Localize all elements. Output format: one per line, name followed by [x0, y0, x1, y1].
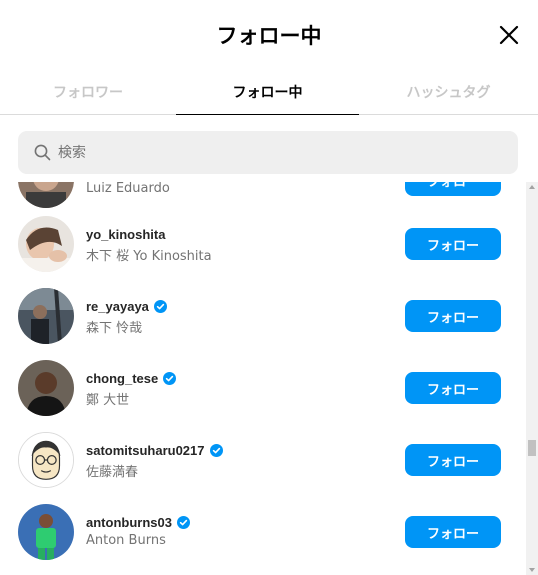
dialog-header: フォロー中 [0, 0, 538, 72]
close-icon[interactable] [498, 24, 520, 46]
avatar[interactable] [18, 182, 74, 208]
following-dialog: フォロー中 フォロワー フォロー中 ハッシュタグ 検索 Luiz Eduardo… [0, 0, 538, 575]
verified-badge-icon [209, 444, 223, 457]
full-name: 木下 桜 Yo Kinoshita [86, 249, 212, 264]
scroll-up-arrow-icon[interactable] [529, 185, 535, 189]
avatar[interactable] [18, 216, 74, 272]
verified-badge-icon [176, 516, 190, 529]
follow-button[interactable]: フォロー [405, 444, 501, 476]
tab-bar: フォロワー フォロー中 ハッシュタグ [0, 72, 538, 115]
full-name: 鄭 大世 [86, 393, 130, 408]
username[interactable]: antonburns03 [86, 515, 190, 530]
scroll-down-arrow-icon[interactable] [529, 568, 535, 572]
username[interactable]: re_yayaya [86, 299, 167, 314]
full-name: 佐藤満春 [86, 465, 139, 480]
list-item[interactable]: yo_kinoshita 木下 桜 Yo Kinoshita フォロー [0, 208, 526, 280]
follow-button[interactable]: フォロー [405, 228, 501, 260]
list-item[interactable]: antonburns03 Anton Burns フォロー [0, 496, 526, 568]
avatar[interactable] [18, 288, 74, 344]
tab-following[interactable]: フォロー中 [176, 72, 359, 115]
list-item[interactable]: chong_tese 鄭 大世 フォロー [0, 352, 526, 424]
follow-button[interactable]: フォロー [405, 516, 501, 548]
username[interactable]: yo_kinoshita [86, 227, 165, 242]
full-name: Luiz Eduardo [86, 182, 170, 196]
search-icon [34, 144, 51, 161]
verified-badge-icon [163, 372, 177, 385]
list-item[interactable]: re_yayaya 森下 怜哉 フォロー [0, 280, 526, 352]
follow-button[interactable]: フォロー [405, 372, 501, 404]
avatar[interactable] [18, 504, 74, 560]
verified-badge-icon [153, 300, 167, 313]
follow-button[interactable]: フォロー [405, 182, 501, 196]
scrollbar[interactable] [526, 182, 538, 575]
full-name: Anton Burns [86, 533, 166, 548]
username[interactable]: satomitsuharu0217 [86, 443, 223, 458]
scrollbar-thumb[interactable] [528, 440, 536, 456]
search-input[interactable] [58, 131, 498, 174]
username[interactable]: chong_tese [86, 371, 177, 386]
follow-button[interactable]: フォロー [405, 300, 501, 332]
list-item[interactable]: satomitsuharu0217 佐藤満春 フォロー [0, 424, 526, 496]
tab-followers[interactable]: フォロワー [0, 72, 176, 115]
tab-hashtags[interactable]: ハッシュタグ [359, 72, 538, 115]
full-name: 森下 怜哉 [86, 321, 143, 336]
following-list: Luiz Eduardo フォロー yo_kinoshita 木下 桜 Yo K… [0, 182, 526, 575]
dialog-title: フォロー中 [216, 24, 322, 48]
avatar[interactable] [18, 432, 74, 488]
search-box [18, 131, 518, 174]
avatar[interactable] [18, 360, 74, 416]
